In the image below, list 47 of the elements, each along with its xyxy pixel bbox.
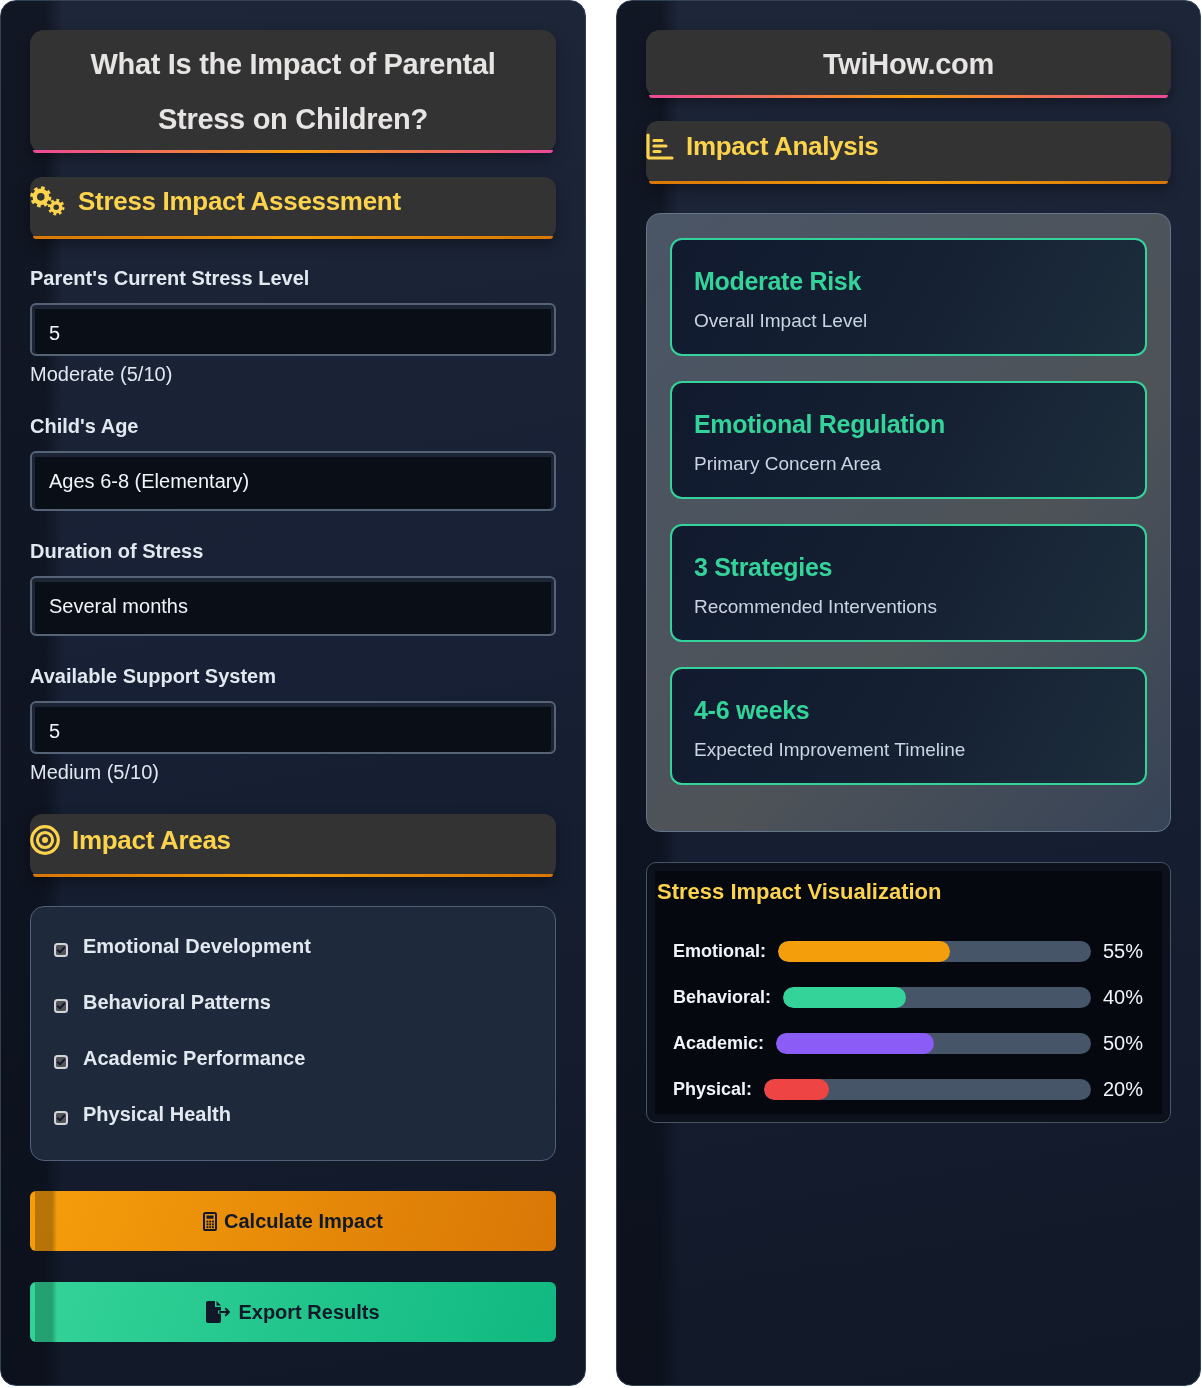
field-label: Duration of Stress [30, 539, 205, 563]
percentage-label: 50% [1102, 1031, 1143, 1055]
select-field[interactable]: Ages 6-8 (Elementary) [30, 451, 556, 511]
field-label: Parent's Current Stress Level [30, 266, 311, 290]
checkbox[interactable] [54, 1111, 68, 1125]
result-value: 4-6 weeks [694, 695, 811, 726]
calculate-button[interactable]: Calculate Impact [30, 1191, 556, 1251]
section-title: Stress Impact Assessment [78, 185, 401, 217]
checkbox-label[interactable]: Physical Health [83, 1102, 231, 1126]
target-icon [30, 825, 60, 855]
select-field[interactable]: Several months [30, 576, 556, 636]
section-title: Impact Analysis [686, 130, 879, 162]
checkbox[interactable] [54, 943, 68, 957]
bar-label: Physical: [673, 1078, 753, 1100]
result-caption: Expected Improvement Timeline [694, 738, 967, 762]
field-label: Child's Age [30, 414, 140, 438]
result-caption: Overall Impact Level [694, 309, 869, 333]
checkbox[interactable] [54, 1055, 68, 1069]
result-caption: Recommended Interventions [694, 595, 938, 619]
result-value: Emotional Regulation [694, 409, 946, 440]
percentage-label: 20% [1102, 1077, 1143, 1101]
result-value: Moderate Risk [694, 266, 862, 297]
value-readout: Medium (5/10) [30, 760, 160, 784]
result-value: 3 Strategies [694, 552, 834, 583]
gears-icon [30, 185, 66, 217]
value-readout: Moderate (5/10) [30, 362, 174, 386]
calculator-icon [203, 1211, 217, 1231]
checkbox[interactable] [54, 999, 68, 1013]
result-caption: Primary Concern Area [694, 452, 882, 476]
page-title: What Is the Impact of Parental Stress on Children? [89, 46, 497, 137]
checkbox-label[interactable]: Academic Performance [83, 1046, 306, 1070]
file-export-icon [206, 1301, 232, 1323]
percentage-label: 55% [1102, 939, 1143, 963]
bar-label: Emotional: [673, 940, 766, 962]
site-title: TwiHow.com [823, 47, 994, 82]
export-button[interactable]: Export Results [30, 1282, 556, 1342]
bar-label: Behavioral: [673, 986, 772, 1008]
field-label: Available Support System [30, 664, 277, 688]
checkbox-label[interactable]: Emotional Development [83, 934, 311, 958]
number-field[interactable]: 5 [30, 303, 556, 356]
section-title: Impact Areas [72, 824, 231, 856]
number-field[interactable]: 5 [30, 701, 556, 754]
bar-chart-icon [646, 132, 674, 160]
bar-label: Academic: [673, 1032, 765, 1054]
checkbox-label[interactable]: Behavioral Patterns [83, 990, 271, 1014]
visualization-title: Stress Impact Visualization [656, 878, 942, 905]
percentage-label: 40% [1102, 985, 1143, 1009]
